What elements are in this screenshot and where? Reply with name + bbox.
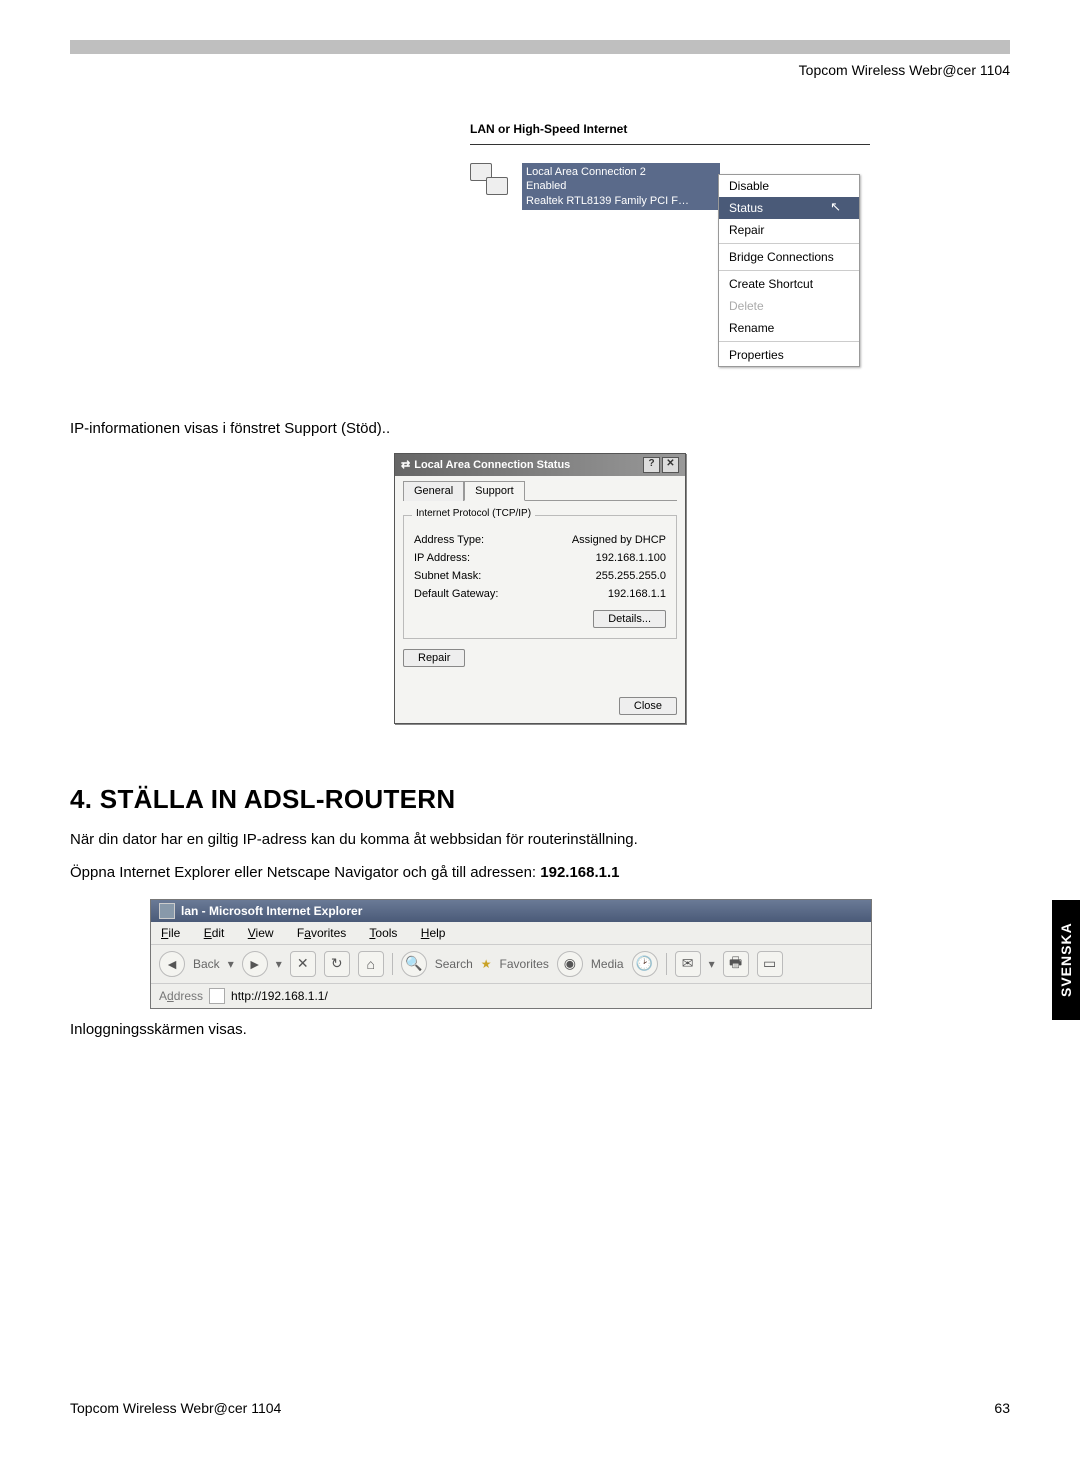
menu-view[interactable]: View — [248, 926, 274, 940]
lan-section-title: LAN or High-Speed Internet — [470, 118, 870, 145]
print-button[interactable]: 🖶 — [723, 951, 749, 977]
search-icon[interactable]: 🔍 — [401, 951, 427, 977]
media-icon[interactable]: ◉ — [557, 951, 583, 977]
menu-edit[interactable]: Edit — [204, 926, 225, 940]
dialog-title-text: Local Area Connection Status — [414, 459, 570, 471]
menu-item-rename[interactable]: Rename — [719, 317, 859, 339]
address-label: Address — [159, 989, 203, 1003]
menu-separator — [719, 270, 859, 271]
subnet-mask-label: Subnet Mask: — [414, 570, 481, 582]
network-connection-icon — [470, 163, 518, 201]
ie-toolbar: ◄ Back ▾ ► ▾ ✕ ↻ ⌂ 🔍 Search ★ Favorites … — [151, 945, 871, 984]
ie-title-text: lan - Microsoft Internet Explorer — [181, 904, 362, 918]
tab-general[interactable]: General — [403, 481, 464, 501]
section-heading-4: 4. STÄLLA IN ADSL-ROUTERN — [70, 784, 1010, 815]
ie-menubar: FFileile Edit View Favorites Tools Help — [151, 922, 871, 945]
default-gateway-label: Default Gateway: — [414, 588, 498, 600]
tcpip-groupbox: Internet Protocol (TCP/IP) Address Type:… — [403, 515, 677, 639]
menu-separator — [719, 243, 859, 244]
mail-button[interactable]: ✉ — [675, 951, 701, 977]
ip-address-value: 192.168.1.100 — [596, 552, 666, 564]
row-ip-address: IP Address: 192.168.1.100 — [414, 552, 666, 564]
help-button[interactable]: ? — [643, 457, 660, 473]
paragraph-valid-ip: När din dator har en giltig IP-adress ka… — [70, 831, 1010, 848]
footer-page-number: 63 — [994, 1400, 1010, 1416]
cursor-icon: ↖ — [830, 199, 841, 215]
menu-item-status[interactable]: Status ↖ — [719, 197, 859, 219]
address-type-value: Assigned by DHCP — [572, 534, 666, 546]
menu-separator — [719, 341, 859, 342]
forward-dropdown[interactable]: ▾ — [276, 957, 282, 971]
menu-item-properties[interactable]: Properties — [719, 344, 859, 366]
language-tab-svenska: SVENSKA — [1052, 900, 1080, 1020]
context-menu: Disable Status ↖ Repair Bridge Connectio… — [718, 174, 860, 367]
forward-button[interactable]: ► — [242, 951, 268, 977]
home-button[interactable]: ⌂ — [358, 951, 384, 977]
menu-item-shortcut[interactable]: Create Shortcut — [719, 273, 859, 295]
top-grey-bar — [70, 40, 1010, 54]
address-type-label: Address Type: — [414, 534, 484, 546]
back-button[interactable]: ◄ — [159, 951, 185, 977]
details-button[interactable]: Details... — [593, 610, 666, 628]
footer-title: Topcom Wireless Webr@cer 1104 — [70, 1400, 281, 1416]
menu-help[interactable]: Help — [421, 926, 446, 940]
page-footer: Topcom Wireless Webr@cer 1104 63 — [70, 1400, 1010, 1416]
connection-label[interactable]: Local Area Connection 2 Enabled Realtek … — [522, 163, 720, 210]
mail-dropdown[interactable]: ▾ — [709, 957, 715, 971]
back-dropdown[interactable]: ▾ — [228, 957, 234, 971]
toolbar-separator — [392, 953, 393, 975]
back-label: Back — [193, 957, 220, 971]
page-icon — [209, 988, 225, 1004]
menu-file[interactable]: FFileile — [161, 926, 180, 940]
edit-button[interactable]: ▭ — [757, 951, 783, 977]
ip-address-label: IP Address: — [414, 552, 470, 564]
history-button[interactable]: 🕑 — [632, 951, 658, 977]
ie-titlebar: lan - Microsoft Internet Explorer — [151, 900, 871, 922]
menu-item-repair[interactable]: Repair — [719, 219, 859, 241]
close-button[interactable]: ✕ — [662, 457, 679, 473]
connection-adapter: Realtek RTL8139 Family PCI F… — [526, 194, 716, 208]
ie-logo-icon — [159, 903, 175, 919]
menu-item-disable[interactable]: Disable — [719, 175, 859, 197]
favorites-label: Favorites — [500, 957, 549, 971]
ie-address-bar: Address http://192.168.1.1/ — [151, 984, 871, 1008]
tab-support[interactable]: Support — [464, 481, 525, 501]
stop-button[interactable]: ✕ — [290, 951, 316, 977]
document-page: Topcom Wireless Webr@cer 1104 LAN or Hig… — [0, 0, 1080, 1464]
screenshot-network-connections: LAN or High-Speed Internet Local Area Co… — [470, 118, 870, 410]
menu-favorites[interactable]: Favorites — [297, 926, 346, 940]
dialog-body: General Support Internet Protocol (TCP/I… — [395, 476, 685, 723]
connection-state: Enabled — [526, 179, 716, 193]
router-ip-bold: 192.168.1.1 — [540, 864, 619, 881]
dialog-titlebar: ⇄ Local Area Connection Status ? ✕ — [395, 454, 685, 476]
default-gateway-value: 192.168.1.1 — [608, 588, 666, 600]
menu-tools[interactable]: Tools — [369, 926, 397, 940]
toolbar-separator — [666, 953, 667, 975]
subnet-mask-value: 255.255.255.0 — [596, 570, 666, 582]
paragraph-open-browser-text: Öppna Internet Explorer eller Netscape N… — [70, 864, 540, 881]
close-dialog-button[interactable]: Close — [619, 697, 677, 715]
screenshot-internet-explorer: lan - Microsoft Internet Explorer FFilei… — [150, 899, 872, 1009]
row-address-type: Address Type: Assigned by DHCP — [414, 534, 666, 546]
paragraph-login-screen: Inloggningsskärmen visas. — [70, 1021, 1010, 1038]
favorites-icon[interactable]: ★ — [481, 957, 492, 971]
menu-item-delete: Delete — [719, 295, 859, 317]
menu-item-bridge[interactable]: Bridge Connections — [719, 246, 859, 268]
refresh-button[interactable]: ↻ — [324, 951, 350, 977]
dialog-tabs: General Support — [403, 480, 677, 501]
status-dialog: ⇄ Local Area Connection Status ? ✕ Gener… — [394, 453, 686, 724]
paragraph-ip-info: IP-informationen visas i fönstret Suppor… — [70, 420, 1010, 437]
groupbox-legend: Internet Protocol (TCP/IP) — [412, 508, 535, 519]
network-status-icon: ⇄ — [401, 458, 410, 471]
doc-header-title: Topcom Wireless Webr@cer 1104 — [70, 62, 1010, 78]
search-label: Search — [435, 957, 473, 971]
row-default-gateway: Default Gateway: 192.168.1.1 — [414, 588, 666, 600]
media-label: Media — [591, 957, 624, 971]
repair-button[interactable]: Repair — [403, 649, 465, 667]
paragraph-open-browser: Öppna Internet Explorer eller Netscape N… — [70, 864, 1010, 881]
connection-name: Local Area Connection 2 — [526, 165, 716, 179]
menu-item-status-label: Status — [729, 201, 763, 215]
row-subnet-mask: Subnet Mask: 255.255.255.0 — [414, 570, 666, 582]
address-url[interactable]: http://192.168.1.1/ — [231, 989, 328, 1003]
